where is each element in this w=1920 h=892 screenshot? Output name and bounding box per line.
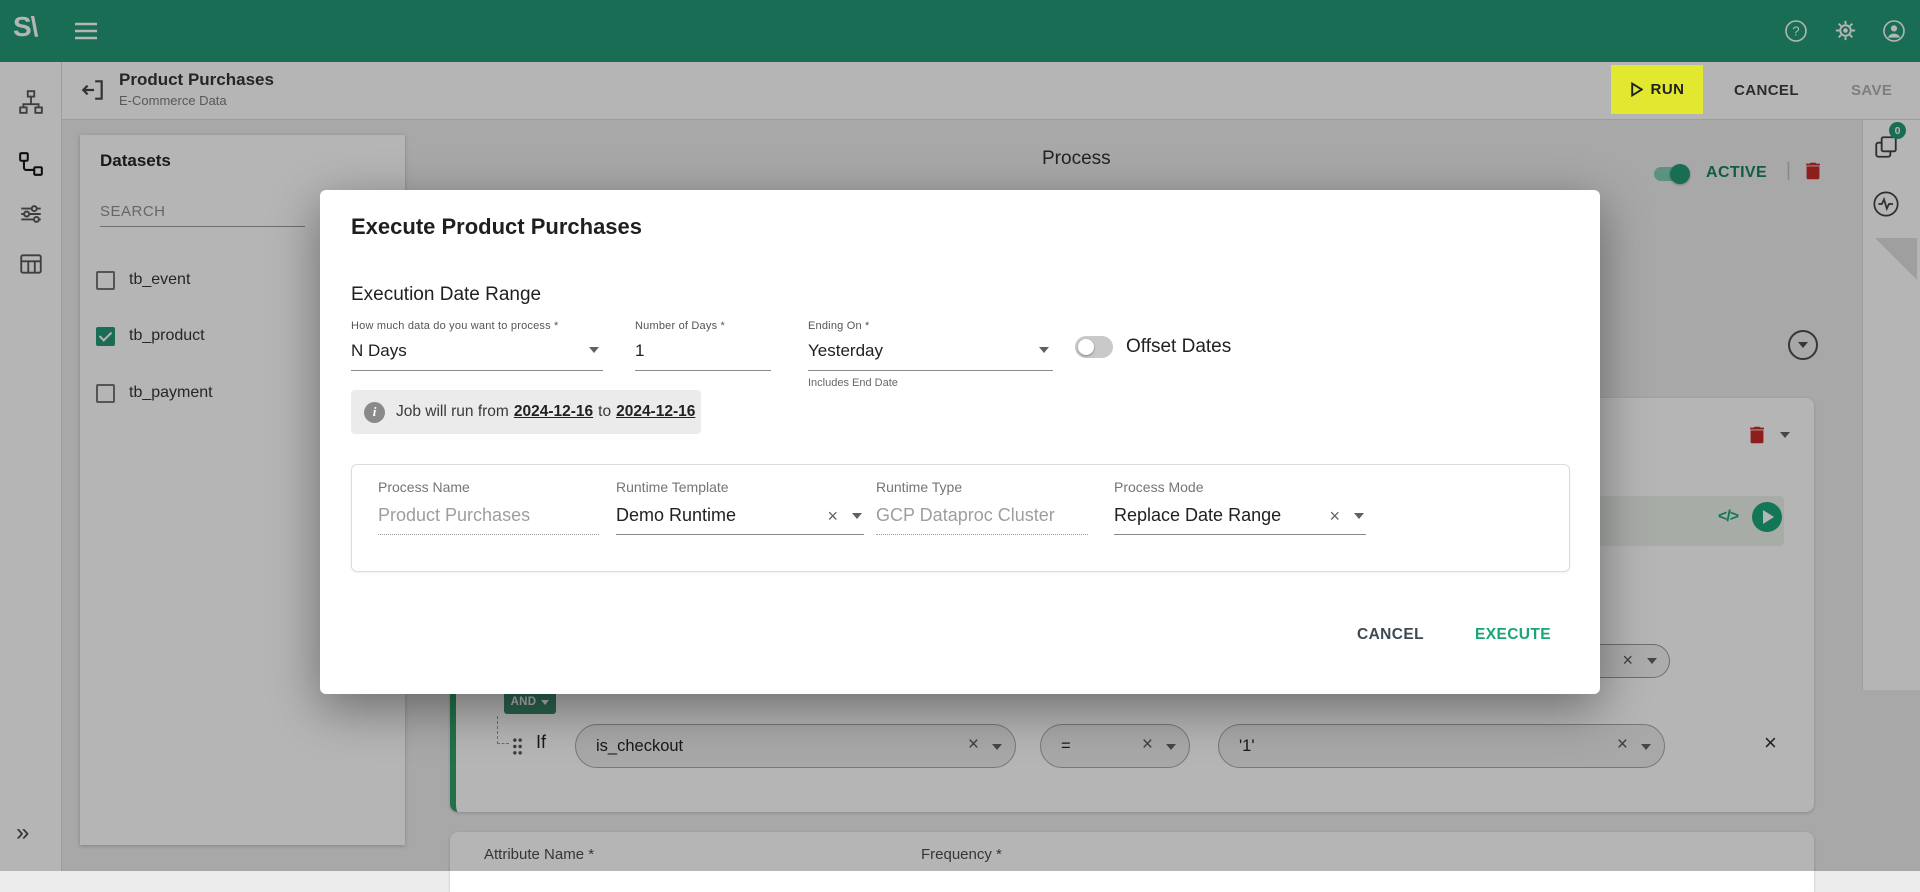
run-button[interactable]: RUN bbox=[1611, 65, 1703, 114]
start-date-link[interactable]: 2024-12-16 bbox=[514, 403, 593, 421]
runtime-template-label: Runtime Template bbox=[616, 479, 864, 495]
clear-icon[interactable]: × bbox=[1329, 506, 1340, 527]
job-run-info-text: Job will run from 2024-12-16 to 2024-12-… bbox=[396, 403, 695, 421]
number-of-days-input[interactable]: 1 bbox=[635, 338, 771, 371]
dialog-cancel-button[interactable]: CANCEL bbox=[1357, 626, 1424, 644]
ending-on-value: Yesterday bbox=[808, 341, 883, 360]
runtime-template-value: Demo Runtime bbox=[616, 505, 736, 525]
runtime-type-value: GCP Dataproc Cluster bbox=[876, 505, 1088, 535]
dropdown-caret-icon[interactable] bbox=[1039, 347, 1049, 353]
number-of-days-label: Number of Days * bbox=[635, 320, 771, 332]
dialog-title: Execute Product Purchases bbox=[351, 214, 642, 240]
end-date-link[interactable]: 2024-12-16 bbox=[616, 403, 695, 421]
process-amount-field[interactable]: How much data do you want to process * N… bbox=[351, 320, 603, 371]
job-run-info-banner: i Job will run from 2024-12-16 to 2024-1… bbox=[351, 390, 701, 434]
runtime-template-select[interactable]: Demo Runtime × bbox=[616, 505, 864, 535]
process-mode-label: Process Mode bbox=[1114, 479, 1366, 495]
run-button-label: RUN bbox=[1651, 81, 1685, 98]
runtime-settings-card: Process Name Product Purchases Runtime T… bbox=[351, 464, 1570, 572]
process-name-field: Process Name Product Purchases bbox=[378, 479, 599, 535]
toggle-thumb bbox=[1078, 339, 1094, 355]
runtime-type-label: Runtime Type bbox=[876, 479, 1088, 495]
process-amount-select[interactable]: N Days bbox=[351, 338, 603, 371]
number-of-days-value: 1 bbox=[635, 341, 644, 360]
info-prefix: Job will run from bbox=[396, 403, 509, 421]
dialog-execute-button[interactable]: EXECUTE bbox=[1475, 626, 1551, 644]
runtime-type-field: Runtime Type GCP Dataproc Cluster bbox=[876, 479, 1088, 535]
execute-dialog: Execute Product Purchases Execution Date… bbox=[320, 190, 1600, 694]
ending-on-label: Ending On * bbox=[808, 320, 1053, 332]
date-range-section-title: Execution Date Range bbox=[351, 284, 541, 306]
ending-on-field[interactable]: Ending On * Yesterday Includes End Date bbox=[808, 320, 1053, 389]
process-mode-field[interactable]: Process Mode Replace Date Range × bbox=[1114, 479, 1366, 535]
runtime-template-field[interactable]: Runtime Template Demo Runtime × bbox=[616, 479, 864, 535]
dropdown-caret-icon[interactable] bbox=[1354, 513, 1364, 519]
process-amount-value: N Days bbox=[351, 341, 407, 360]
includes-end-date-helper: Includes End Date bbox=[808, 377, 1053, 389]
process-name-value: Product Purchases bbox=[378, 505, 599, 535]
offset-dates-label: Offset Dates bbox=[1126, 336, 1231, 358]
clear-icon[interactable]: × bbox=[827, 506, 838, 527]
process-mode-select[interactable]: Replace Date Range × bbox=[1114, 505, 1366, 535]
ending-on-select[interactable]: Yesterday bbox=[808, 338, 1053, 371]
process-mode-value: Replace Date Range bbox=[1114, 505, 1281, 525]
info-icon: i bbox=[364, 402, 385, 423]
number-of-days-field[interactable]: Number of Days * 1 bbox=[635, 320, 771, 371]
offset-dates-toggle[interactable] bbox=[1075, 336, 1113, 358]
process-name-label: Process Name bbox=[378, 479, 599, 495]
info-joiner: to bbox=[598, 403, 611, 421]
dropdown-caret-icon[interactable] bbox=[589, 347, 599, 353]
dropdown-caret-icon[interactable] bbox=[852, 513, 862, 519]
process-amount-label: How much data do you want to process * bbox=[351, 320, 603, 332]
play-icon bbox=[1630, 82, 1643, 97]
